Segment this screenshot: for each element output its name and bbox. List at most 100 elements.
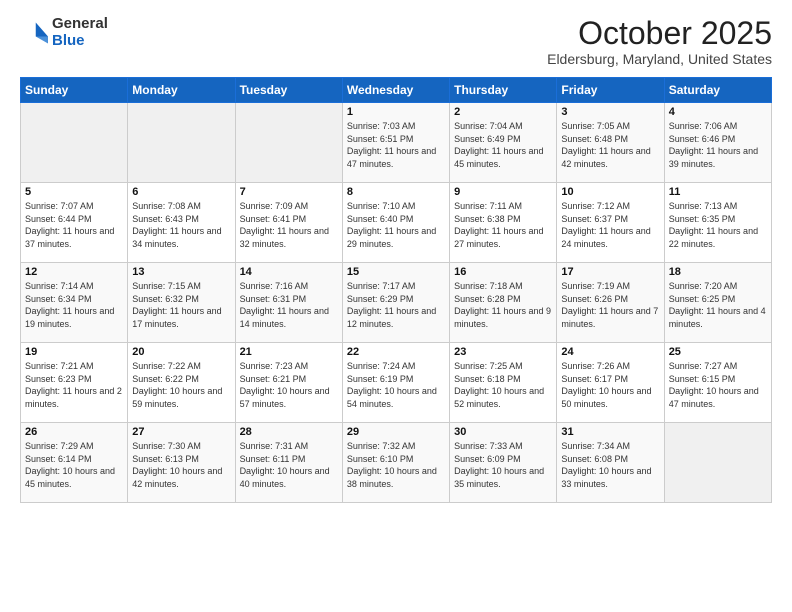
day-number: 7 [240,186,338,198]
day-info: Sunrise: 7:32 AM Sunset: 6:10 PM Dayligh… [347,440,445,490]
day-number: 5 [25,186,123,198]
day-info: Sunrise: 7:17 AM Sunset: 6:29 PM Dayligh… [347,280,445,330]
day-info: Sunrise: 7:23 AM Sunset: 6:21 PM Dayligh… [240,360,338,410]
calendar-cell: 14 Sunrise: 7:16 AM Sunset: 6:31 PM Dayli… [235,263,342,343]
calendar-cell [21,103,128,183]
weekday-header-friday: Friday [557,78,664,103]
day-info: Sunrise: 7:03 AM Sunset: 6:51 PM Dayligh… [347,120,445,170]
calendar-cell: 27 Sunrise: 7:30 AM Sunset: 6:13 PM Dayli… [128,423,235,503]
calendar-body: 1 Sunrise: 7:03 AM Sunset: 6:51 PM Daylig… [21,103,772,503]
weekday-header-row: SundayMondayTuesdayWednesdayThursdayFrid… [21,78,772,103]
title-block: October 2025 Eldersburg, Maryland, Unite… [547,16,772,67]
calendar-cell [128,103,235,183]
weekday-header-thursday: Thursday [450,78,557,103]
day-number: 1 [347,106,445,118]
calendar-cell: 13 Sunrise: 7:15 AM Sunset: 6:32 PM Dayli… [128,263,235,343]
day-number: 16 [454,266,552,278]
calendar-cell [664,423,771,503]
calendar-cell [235,103,342,183]
day-info: Sunrise: 7:34 AM Sunset: 6:08 PM Dayligh… [561,440,659,490]
calendar-cell: 16 Sunrise: 7:18 AM Sunset: 6:28 PM Dayli… [450,263,557,343]
calendar-cell: 2 Sunrise: 7:04 AM Sunset: 6:49 PM Daylig… [450,103,557,183]
calendar-week-2: 5 Sunrise: 7:07 AM Sunset: 6:44 PM Daylig… [21,183,772,263]
day-number: 29 [347,426,445,438]
day-number: 28 [240,426,338,438]
location-subtitle: Eldersburg, Maryland, United States [547,51,772,67]
weekday-header-tuesday: Tuesday [235,78,342,103]
day-info: Sunrise: 7:05 AM Sunset: 6:48 PM Dayligh… [561,120,659,170]
day-number: 24 [561,346,659,358]
day-info: Sunrise: 7:08 AM Sunset: 6:43 PM Dayligh… [132,200,230,250]
day-number: 6 [132,186,230,198]
day-number: 27 [132,426,230,438]
calendar-cell: 25 Sunrise: 7:27 AM Sunset: 6:15 PM Dayli… [664,343,771,423]
calendar-cell: 21 Sunrise: 7:23 AM Sunset: 6:21 PM Dayli… [235,343,342,423]
day-info: Sunrise: 7:26 AM Sunset: 6:17 PM Dayligh… [561,360,659,410]
calendar-cell: 7 Sunrise: 7:09 AM Sunset: 6:41 PM Daylig… [235,183,342,263]
page: General Blue October 2025 Eldersburg, Ma… [0,0,792,612]
day-info: Sunrise: 7:22 AM Sunset: 6:22 PM Dayligh… [132,360,230,410]
calendar-cell: 28 Sunrise: 7:31 AM Sunset: 6:11 PM Dayli… [235,423,342,503]
day-number: 2 [454,106,552,118]
day-info: Sunrise: 7:09 AM Sunset: 6:41 PM Dayligh… [240,200,338,250]
day-info: Sunrise: 7:06 AM Sunset: 6:46 PM Dayligh… [669,120,767,170]
calendar-cell: 1 Sunrise: 7:03 AM Sunset: 6:51 PM Daylig… [342,103,449,183]
day-info: Sunrise: 7:12 AM Sunset: 6:37 PM Dayligh… [561,200,659,250]
day-info: Sunrise: 7:14 AM Sunset: 6:34 PM Dayligh… [25,280,123,330]
calendar-cell: 19 Sunrise: 7:21 AM Sunset: 6:23 PM Dayli… [21,343,128,423]
day-info: Sunrise: 7:31 AM Sunset: 6:11 PM Dayligh… [240,440,338,490]
day-number: 9 [454,186,552,198]
day-info: Sunrise: 7:25 AM Sunset: 6:18 PM Dayligh… [454,360,552,410]
day-info: Sunrise: 7:04 AM Sunset: 6:49 PM Dayligh… [454,120,552,170]
weekday-header-wednesday: Wednesday [342,78,449,103]
header: General Blue October 2025 Eldersburg, Ma… [20,16,772,67]
day-info: Sunrise: 7:21 AM Sunset: 6:23 PM Dayligh… [25,360,123,410]
calendar-cell: 9 Sunrise: 7:11 AM Sunset: 6:38 PM Daylig… [450,183,557,263]
day-number: 10 [561,186,659,198]
day-number: 15 [347,266,445,278]
day-number: 8 [347,186,445,198]
calendar-cell: 17Sunrise: 7:19 AM Sunset: 6:26 PM Dayli… [557,263,664,343]
logo-blue-text: Blue [52,33,108,50]
calendar-week-3: 12 Sunrise: 7:14 AM Sunset: 6:34 PM Dayli… [21,263,772,343]
day-info: Sunrise: 7:24 AM Sunset: 6:19 PM Dayligh… [347,360,445,410]
day-number: 31 [561,426,659,438]
calendar-week-1: 1 Sunrise: 7:03 AM Sunset: 6:51 PM Daylig… [21,103,772,183]
calendar-cell: 5 Sunrise: 7:07 AM Sunset: 6:44 PM Daylig… [21,183,128,263]
day-number: 12 [25,266,123,278]
day-number: 25 [669,346,767,358]
day-info: Sunrise: 7:19 AM Sunset: 6:26 PM Dayligh… [561,280,659,330]
day-number: 21 [240,346,338,358]
day-info: Sunrise: 7:27 AM Sunset: 6:15 PM Dayligh… [669,360,767,410]
day-info: Sunrise: 7:30 AM Sunset: 6:13 PM Dayligh… [132,440,230,490]
calendar-cell: 30Sunrise: 7:33 AM Sunset: 6:09 PM Dayli… [450,423,557,503]
calendar-cell: 22 Sunrise: 7:24 AM Sunset: 6:19 PM Dayli… [342,343,449,423]
calendar-cell: 12 Sunrise: 7:14 AM Sunset: 6:34 PM Dayli… [21,263,128,343]
weekday-header-monday: Monday [128,78,235,103]
day-info: Sunrise: 7:11 AM Sunset: 6:38 PM Dayligh… [454,200,552,250]
day-info: Sunrise: 7:16 AM Sunset: 6:31 PM Dayligh… [240,280,338,330]
day-number: 14 [240,266,338,278]
calendar-cell: 3Sunrise: 7:05 AM Sunset: 6:48 PM Daylig… [557,103,664,183]
calendar-cell: 10 Sunrise: 7:12 AM Sunset: 6:37 PM Dayli… [557,183,664,263]
day-number: 22 [347,346,445,358]
day-number: 4 [669,106,767,118]
calendar-cell: 29 Sunrise: 7:32 AM Sunset: 6:10 PM Dayli… [342,423,449,503]
day-info: Sunrise: 7:18 AM Sunset: 6:28 PM Dayligh… [454,280,552,330]
day-info: Sunrise: 7:07 AM Sunset: 6:44 PM Dayligh… [25,200,123,250]
weekday-header-sunday: Sunday [21,78,128,103]
calendar-cell: 6 Sunrise: 7:08 AM Sunset: 6:43 PM Daylig… [128,183,235,263]
logo-text: General Blue [52,16,108,49]
day-number: 13 [132,266,230,278]
calendar-cell: 18Sunrise: 7:20 AM Sunset: 6:25 PM Dayli… [664,263,771,343]
day-info: Sunrise: 7:20 AM Sunset: 6:25 PM Dayligh… [669,280,767,330]
calendar-table: SundayMondayTuesdayWednesdayThursdayFrid… [20,77,772,503]
day-number: 30 [454,426,552,438]
calendar-cell: 4 Sunrise: 7:06 AM Sunset: 6:46 PM Daylig… [664,103,771,183]
logo: General Blue [20,16,108,49]
calendar-cell: 15 Sunrise: 7:17 AM Sunset: 6:29 PM Dayli… [342,263,449,343]
day-number: 19 [25,346,123,358]
logo-general-text: General [52,16,108,33]
day-info: Sunrise: 7:10 AM Sunset: 6:40 PM Dayligh… [347,200,445,250]
day-info: Sunrise: 7:15 AM Sunset: 6:32 PM Dayligh… [132,280,230,330]
